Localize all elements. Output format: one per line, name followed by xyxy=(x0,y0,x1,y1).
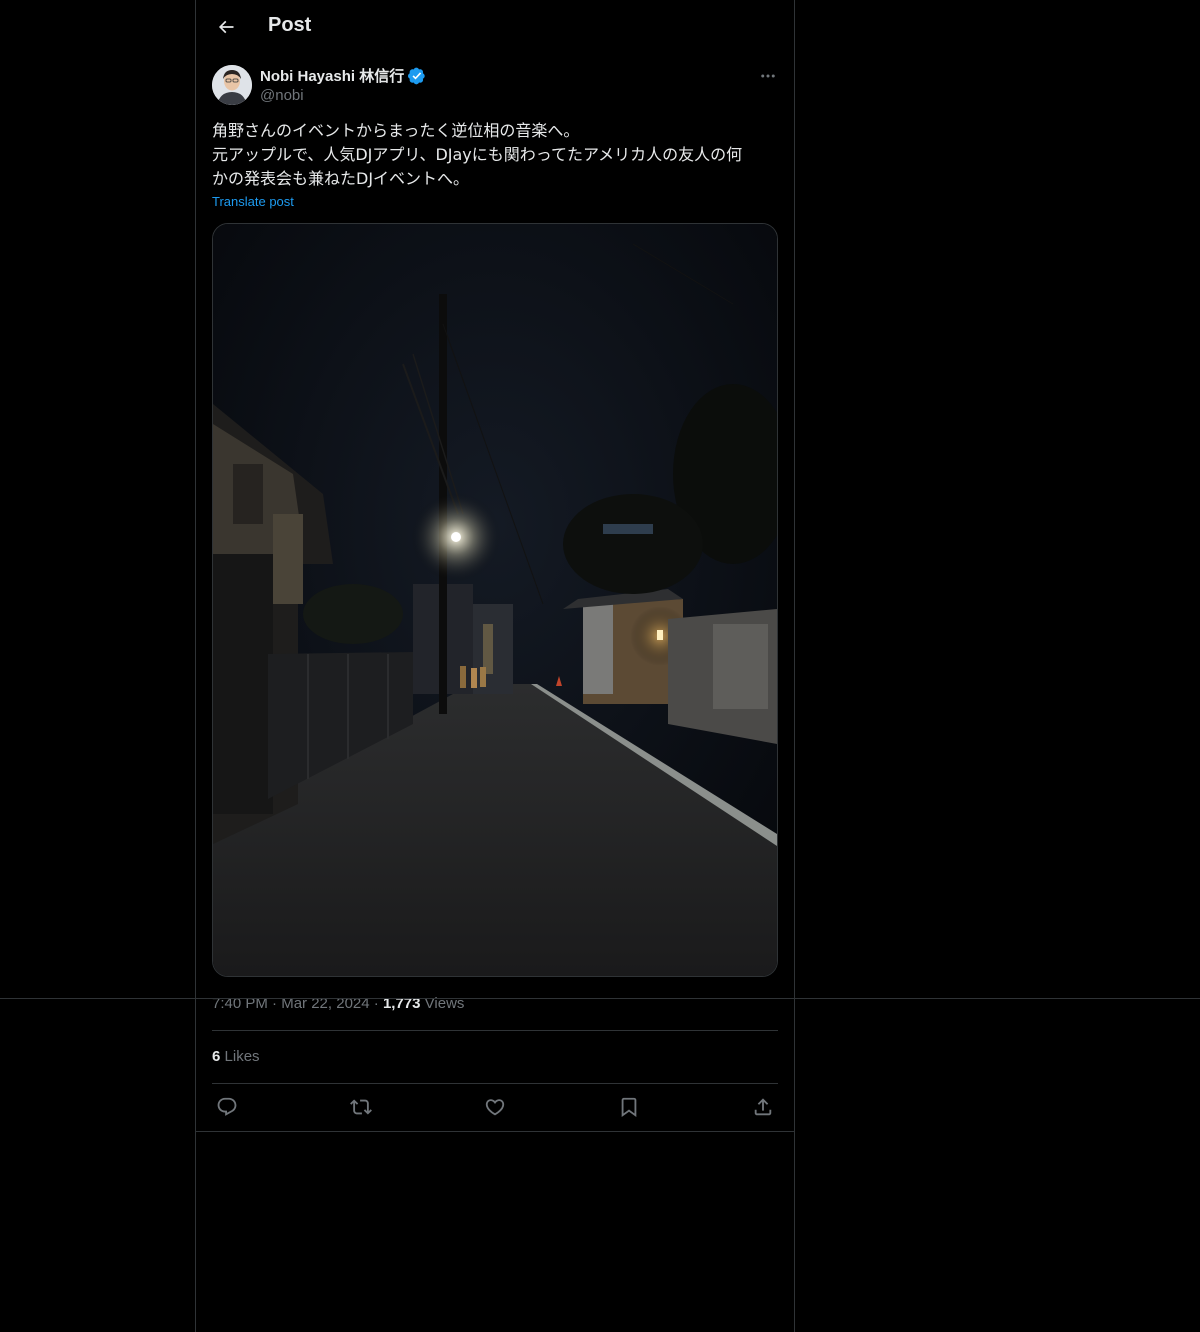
reply-button[interactable] xyxy=(214,1094,240,1120)
share-icon xyxy=(754,1098,772,1116)
post-text: 角野さんのイベントからまったく逆位相の音楽へ。 元アップルで、人気DJアプリ、D… xyxy=(212,119,782,191)
post-text-line: 元アップルで、人気DJアプリ、DJayにも関わってたアメリカ人の友人の何 xyxy=(212,145,743,164)
post-text-line: かの発表会も兼ねたDJイベントへ。 xyxy=(212,169,470,188)
post-text-line: 角野さんのイベントからまったく逆位相の音楽へ。 xyxy=(212,121,580,140)
back-button[interactable] xyxy=(210,11,242,43)
like-icon xyxy=(485,1099,505,1116)
more-options-button[interactable] xyxy=(756,64,780,88)
divider xyxy=(212,1030,778,1031)
divider xyxy=(212,1083,778,1084)
likes-stat[interactable]: 6 Likes xyxy=(212,1048,260,1065)
translate-post-link[interactable]: Translate post xyxy=(212,194,294,209)
avatar[interactable] xyxy=(212,65,252,105)
likes-label: Likes xyxy=(224,1048,260,1065)
share-button[interactable] xyxy=(750,1094,776,1120)
repost-icon xyxy=(350,1099,372,1115)
repost-button[interactable] xyxy=(348,1094,374,1120)
more-icon xyxy=(761,74,775,78)
avatar-image xyxy=(212,65,252,105)
bookmark-icon xyxy=(621,1097,637,1118)
overlay-divider-line xyxy=(0,998,1200,999)
like-button[interactable] xyxy=(482,1094,508,1120)
top-bar: Post xyxy=(196,0,794,54)
bookmark-button[interactable] xyxy=(616,1094,642,1120)
post-bottom-border xyxy=(196,1131,794,1132)
action-bar xyxy=(212,1094,778,1120)
page-title: Post xyxy=(268,14,312,36)
verified-badge-icon xyxy=(408,67,425,84)
post-media-photo[interactable] xyxy=(212,223,778,977)
post-column: Post Nobi Hayashi 林信行 @nobi 角野さんのイベントからま… xyxy=(195,0,795,1332)
author-name[interactable]: Nobi Hayashi 林信行 xyxy=(260,65,426,86)
likes-count: 6 xyxy=(212,1048,221,1065)
arrow-left-icon xyxy=(218,20,234,34)
night-street-photo xyxy=(213,224,777,976)
author-name-text: Nobi Hayashi 林信行 xyxy=(260,68,405,85)
author-handle[interactable]: @nobi xyxy=(260,87,304,104)
reply-icon xyxy=(217,1097,237,1116)
